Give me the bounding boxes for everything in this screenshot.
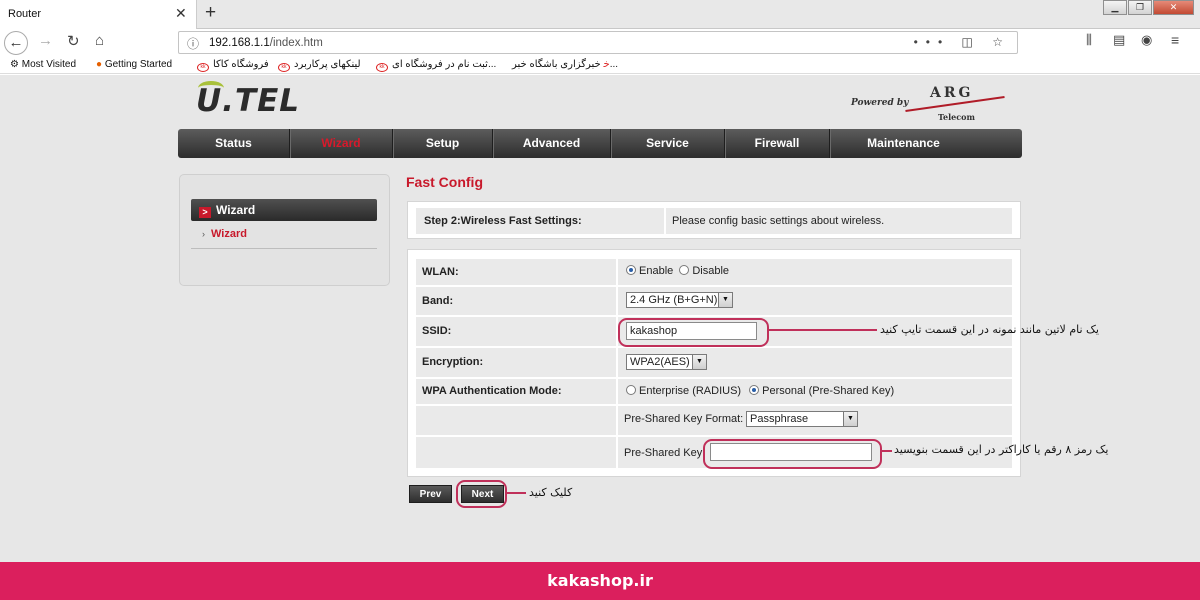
step-label: Step 2:Wireless Fast Settings: — [424, 215, 582, 227]
menu-firewall[interactable]: Firewall — [725, 129, 830, 158]
kaka-icon: kk — [278, 63, 290, 72]
psk-annotation: یک رمز ۸ رقم یا کاراکتر در این قسمت بنوی… — [894, 443, 1109, 456]
account-icon[interactable]: ◉ — [1141, 32, 1152, 48]
next-annotation-line — [507, 492, 526, 494]
bookmark-news[interactable]: ﺧ خبرگزاری باشگاه خبر... — [512, 59, 618, 70]
telecom-text: Telecom — [938, 112, 975, 122]
bookmark-star-icon[interactable]: ☆ — [992, 35, 1011, 49]
url-text: 192.168.1.1/index.htm — [209, 37, 323, 49]
wlan-disable-radio[interactable] — [679, 265, 690, 275]
wlan-radios: Enable Disable — [626, 265, 729, 277]
menu-setup[interactable]: Setup — [393, 129, 493, 158]
menu-maintenance[interactable]: Maintenance — [830, 129, 977, 158]
sidebar-item-wizard[interactable]: › Wizard — [202, 228, 247, 240]
next-annotation: کلیک کنید — [529, 486, 573, 499]
menu-status[interactable]: Status — [178, 129, 290, 158]
maximize-icon[interactable]: ❐ — [1128, 0, 1152, 15]
browser-nav-bar: ← → ↻ ⌂ ⓘ 192.168.1.1/index.htm ••• ◫ ☆ … — [0, 29, 1200, 56]
bookmarks-bar: ⚙ Most Visited ● Getting Started kk فروشگ… — [0, 56, 1200, 74]
footer-banner: kakashop.ir — [0, 562, 1200, 600]
band-label: Band: — [422, 295, 454, 307]
chevron-right-icon: > — [199, 207, 211, 218]
window-controls: ▁ ❐ ✕ — [1102, 0, 1194, 15]
ssid-annotation: یک نام لاتین مانند نمونه در این قسمت تای… — [880, 323, 1099, 336]
arrow-icon: › — [202, 229, 205, 239]
page-actions: ••• ◫ ☆ — [914, 35, 1011, 49]
bookmark-most-visited[interactable]: ⚙ Most Visited — [10, 59, 76, 70]
auth-mode-radios: Enterprise (RADIUS) Personal (Pre-Shared… — [626, 385, 894, 397]
menu-advanced[interactable]: Advanced — [493, 129, 611, 158]
browser-tab-bar: Router ✕ + ▁ ❐ ✕ — [0, 0, 1200, 29]
menu-service[interactable]: Service — [611, 129, 725, 158]
pocket-icon[interactable]: ◫ — [962, 35, 981, 49]
bookmark-useful-links[interactable]: kk لینکهای پرکاربرد — [274, 59, 361, 72]
url-bar[interactable]: ⓘ 192.168.1.1/index.htm ••• ◫ ☆ — [178, 31, 1018, 54]
encryption-select[interactable]: WPA2(AES) ▼ — [626, 354, 707, 370]
menu-icon[interactable]: ≡ — [1171, 32, 1179, 48]
step-row: Step 2:Wireless Fast Settings: Please co… — [416, 208, 1012, 234]
psk-format-label: Pre-Shared Key Format: — [624, 413, 744, 425]
arg-logo: ARG — [930, 85, 974, 101]
minimize-icon[interactable]: ▁ — [1103, 0, 1127, 15]
encryption-label: Encryption: — [422, 356, 484, 368]
wlan-label: WLAN: — [422, 266, 459, 278]
router-page: U.TEL Powered by ARG Telecom Status Wiza… — [0, 75, 1200, 562]
next-highlight — [456, 480, 507, 508]
sidebar-heading[interactable]: > Wizard — [191, 199, 377, 221]
tab-close-icon[interactable]: ✕ — [175, 5, 187, 22]
firefox-icon: ● — [96, 59, 103, 70]
menu-wizard[interactable]: Wizard — [290, 129, 393, 158]
wlan-enable-radio[interactable] — [626, 265, 636, 275]
window-close-icon[interactable]: ✕ — [1153, 0, 1194, 15]
reload-icon[interactable]: ↻ — [67, 32, 80, 50]
main-menu: Status Wizard Setup Advanced Service Fir… — [178, 129, 1022, 158]
form-row-encryption: Encryption: WPA2(AES) ▼ — [416, 348, 1012, 377]
form-row-wlan: WLAN: Enable Disable — [416, 259, 1012, 285]
more-actions-icon[interactable]: ••• — [914, 35, 951, 49]
form-row-band: Band: 2.4 GHz (B+G+N) ▼ — [416, 287, 1012, 315]
form-row-psk-format: Pre-Shared Key Format: Passphrase ▼ — [416, 406, 1012, 435]
powered-by-text: Powered by — [851, 98, 909, 108]
band-select[interactable]: 2.4 GHz (B+G+N) ▼ — [626, 292, 733, 308]
psk-label: Pre-Shared Key: — [624, 447, 706, 459]
psk-highlight — [703, 439, 882, 469]
dropdown-arrow-icon: ▼ — [692, 355, 706, 369]
sidebar-divider — [191, 248, 377, 249]
dropdown-arrow-icon: ▼ — [843, 412, 857, 426]
psk-annotation-line — [882, 450, 892, 452]
psk-format-select[interactable]: Passphrase ▼ — [746, 411, 858, 427]
dropdown-arrow-icon: ▼ — [718, 293, 732, 307]
prev-button[interactable]: Prev — [409, 485, 452, 503]
home-icon[interactable]: ⌂ — [95, 32, 104, 49]
new-tab-icon[interactable]: + — [205, 2, 216, 24]
forward-icon[interactable]: → — [38, 32, 53, 49]
sidebar-icon[interactable]: ▤ — [1113, 32, 1125, 48]
page-title: Fast Config — [406, 174, 483, 190]
auth-mode-label: WPA Authentication Mode: — [422, 385, 562, 397]
form-row-auth-mode: WPA Authentication Mode: Enterprise (RAD… — [416, 379, 1012, 404]
ssid-label: SSID: — [422, 325, 452, 337]
utel-logo: U.TEL — [196, 83, 301, 119]
gear-icon: ⚙ — [10, 59, 19, 70]
auth-personal-radio[interactable] — [749, 385, 760, 395]
ssid-highlight — [618, 318, 769, 347]
bookmark-getting-started[interactable]: ● Getting Started — [96, 59, 172, 70]
auth-enterprise-radio[interactable] — [626, 385, 636, 395]
ssid-annotation-line — [769, 329, 877, 331]
back-icon[interactable]: ← — [4, 31, 28, 55]
kaka-icon: kk — [197, 63, 209, 72]
kaka-icon: kk — [376, 63, 388, 72]
browser-tab[interactable]: Router ✕ — [0, 0, 197, 29]
tab-title: Router — [8, 8, 42, 20]
step-info-box: Step 2:Wireless Fast Settings: Please co… — [407, 201, 1021, 239]
library-icon[interactable]: ⫼ — [1086, 32, 1092, 48]
site-info-icon[interactable]: ⓘ — [187, 35, 199, 52]
bookmark-register[interactable]: kk ثبت نام در فروشگاه ای... — [372, 59, 496, 72]
sidebar: > Wizard › Wizard — [179, 174, 390, 286]
bookmark-kaka-shop[interactable]: kk فروشگاه کاکا — [193, 59, 269, 72]
step-description: Please config basic settings about wirel… — [672, 215, 885, 227]
